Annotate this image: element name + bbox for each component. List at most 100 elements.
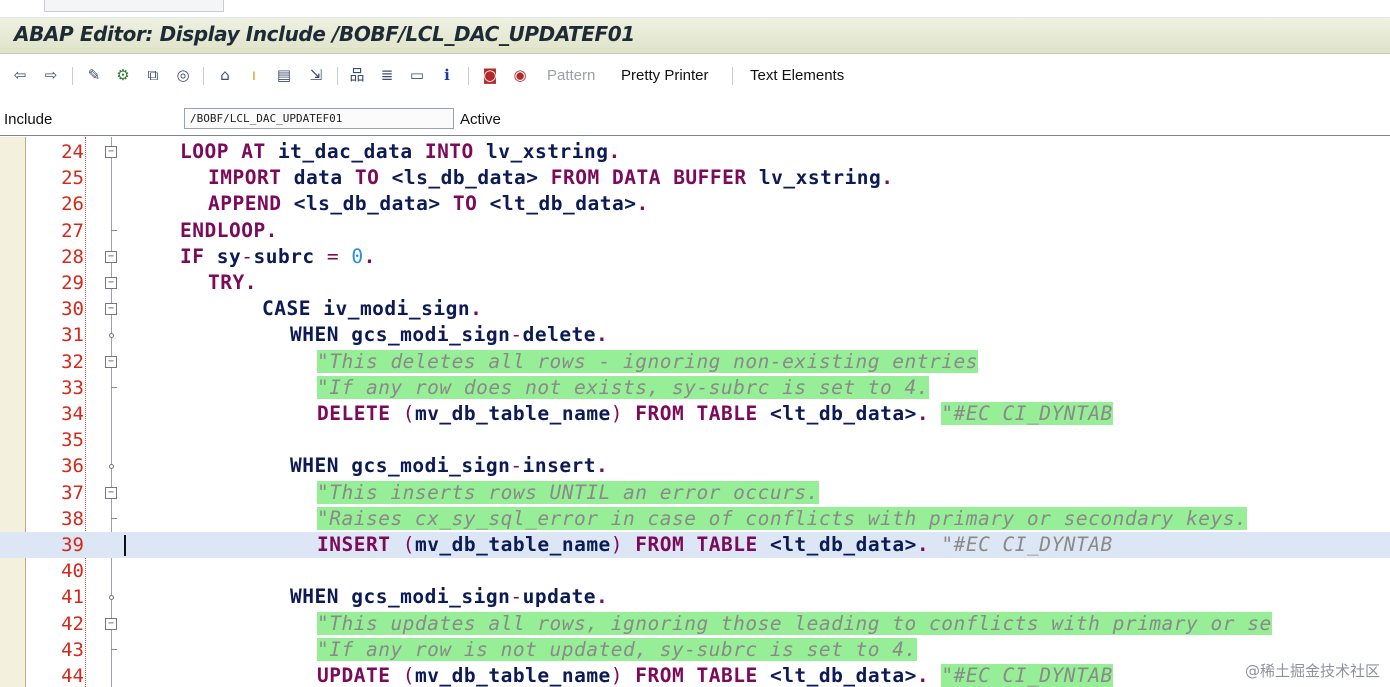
identifier: iv_modi_sign [323, 297, 471, 321]
keyword: UPDATE [317, 664, 391, 687]
object-list-icon[interactable]: ⌂ [214, 64, 236, 86]
keyword: TO [354, 166, 380, 190]
paren: ) [610, 533, 624, 556]
line-number: 38 [61, 507, 84, 530]
other-object-icon[interactable]: ✎ [83, 64, 105, 86]
fullscreen-icon[interactable]: ▭ [406, 64, 428, 86]
code-line[interactable]: 26 APPEND <ls_db_data> TO <lt_db_data>. [0, 191, 1390, 217]
code-line[interactable]: 44 UPDATE (mv_db_table_name) FROM TABLE … [0, 663, 1390, 687]
comment: "Raises cx_sy_sql_error in case of confl… [317, 506, 1248, 530]
code-line[interactable]: 41 WHEN gcs_modi_sign-update. [0, 584, 1390, 610]
line-number: 33 [61, 376, 84, 399]
identifier: mv_db_table_name [414, 664, 611, 687]
keyword: IMPORT [208, 166, 282, 190]
code-line[interactable]: 40 [0, 558, 1390, 584]
code-line[interactable]: 25 IMPORT data TO <ls_db_data> FROM DATA… [0, 165, 1390, 191]
text-elements-button[interactable]: Text Elements [750, 66, 844, 86]
include-status: Active [460, 111, 501, 128]
code-text: "This deletes all rows - ignoring non-ex… [317, 349, 978, 375]
enhance-icon[interactable]: ◙ [478, 64, 502, 86]
line-number: 34 [61, 403, 84, 425]
fold-toggle-icon[interactable]: − [105, 355, 117, 368]
paren: ) [610, 402, 624, 425]
keyword: WHEN [290, 585, 339, 609]
code-text: ENDLOOP. [180, 218, 278, 244]
code-text: IF sy-subrc = 0. [180, 244, 376, 270]
current-code-line[interactable]: 39 INSERT (mv_db_table_name) FROM TABLE … [0, 532, 1390, 559]
where-used-icon[interactable]: ◎ [172, 64, 194, 86]
keyword: TO [452, 192, 478, 216]
code-line[interactable]: 35 [0, 427, 1390, 453]
toolbar-separator [732, 67, 733, 85]
object-hierarchy-icon[interactable]: 品 [346, 64, 368, 86]
include-name-field[interactable]: /BOBF/LCL_DAC_UPDATEF01 [184, 108, 454, 129]
comment: "This inserts rows UNTIL an error occurs… [317, 480, 819, 504]
identifier: data [293, 166, 343, 190]
branch-dot-icon [109, 464, 114, 470]
identifier: subrc [253, 244, 315, 268]
code-text: WHEN gcs_modi_sign-insert. [290, 453, 608, 479]
code-text: INSERT (mv_db_table_name) FROM TABLE <lt… [317, 532, 1113, 558]
comment: "If any row is not updated, sy-subrc is … [317, 637, 917, 661]
insert-statement-icon[interactable]: ⇲ [304, 64, 328, 86]
line-number: 41 [61, 586, 84, 609]
code-line[interactable]: 36 WHEN gcs_modi_sign-insert. [0, 453, 1390, 479]
fold-toggle-icon[interactable]: − [105, 617, 117, 630]
code-line[interactable]: 33 "If any row does not exists, sy-subrc… [0, 375, 1390, 401]
code-text: CASE iv_modi_sign. [262, 296, 482, 322]
fold-toggle-icon[interactable]: − [105, 250, 117, 263]
code-line[interactable]: 27 ENDLOOP. [0, 218, 1390, 244]
fold-toggle-icon[interactable]: − [105, 486, 117, 499]
operator: - [510, 323, 523, 347]
back-arrow-icon[interactable]: ⇦ [10, 64, 30, 86]
operator: - [510, 454, 523, 478]
operator: = [326, 244, 340, 268]
navigation-window-icon[interactable]: ı [244, 64, 264, 86]
code-line[interactable]: 24 − LOOP AT it_dac_data INTO lv_xstring… [0, 139, 1390, 165]
line-number: 25 [61, 167, 84, 190]
info-icon[interactable]: ℹ [436, 64, 458, 86]
code-line[interactable]: 32 − "This deletes all rows - ignoring n… [0, 349, 1390, 375]
code-editor[interactable]: 24 − LOOP AT it_dac_data INTO lv_xstring… [0, 137, 1390, 687]
identifier: <ls_db_data> [293, 192, 441, 216]
paren: ( [402, 402, 415, 425]
fold-toggle-icon[interactable]: − [105, 277, 117, 289]
keyword: DELETE [317, 402, 391, 425]
keyword: FROM DATA BUFFER [550, 166, 747, 190]
toolbar-separator [72, 67, 73, 85]
pretty-printer-button[interactable]: Pretty Printer [621, 66, 709, 86]
window-tab[interactable] [44, 0, 224, 12]
code-line[interactable]: 31 WHEN gcs_modi_sign-delete. [0, 322, 1390, 348]
display-structure-icon[interactable]: ≣ [376, 64, 398, 86]
display-change-icon[interactable]: ⚙ [112, 64, 134, 86]
keyword: WHEN [290, 323, 339, 347]
line-number: 29 [61, 272, 84, 294]
code-text: DELETE (mv_db_table_name) FROM TABLE <lt… [317, 401, 1113, 427]
pattern-button[interactable]: Pattern [547, 66, 595, 86]
forward-arrow-icon[interactable]: ⇨ [41, 64, 61, 86]
identifier: delete [522, 323, 597, 347]
paren: ) [610, 664, 624, 687]
comment: "If any row does not exists, sy-subrc is… [317, 375, 929, 399]
period: . [636, 192, 649, 216]
line-number: 27 [61, 219, 84, 242]
branch-dot-icon [109, 595, 114, 601]
code-line[interactable]: 43 "If any row is not updated, sy-subrc … [0, 637, 1390, 663]
code-line[interactable]: 34 DELETE (mv_db_table_name) FROM TABLE … [0, 401, 1390, 427]
line-number: 26 [61, 193, 84, 216]
code-line[interactable]: 28 − IF sy-subrc = 0. [0, 244, 1390, 270]
code-line[interactable]: 42 − "This updates all rows, ignoring th… [0, 611, 1390, 637]
code-line[interactable]: 38 "Raises cx_sy_sql_error in case of co… [0, 506, 1390, 532]
debug-icon[interactable]: ◉ [508, 64, 532, 86]
code-line[interactable]: 30 − CASE iv_modi_sign. [0, 296, 1390, 322]
code-text: "If any row does not exists, sy-subrc is… [317, 375, 929, 401]
code-line[interactable]: 29 − TRY. [0, 270, 1390, 296]
fold-toggle-icon[interactable]: − [105, 303, 117, 316]
activate-icon[interactable]: ⧉ [142, 64, 164, 86]
fold-end-tick [111, 386, 117, 388]
fold-toggle-icon[interactable]: − [105, 146, 117, 158]
include-field-row: Include /BOBF/LCL_DAC_UPDATEF01 Active [0, 98, 1390, 136]
code-line[interactable]: 37 − "This inserts rows UNTIL an error o… [0, 480, 1390, 506]
set-breakpoint-icon[interactable]: ▤ [272, 64, 296, 86]
keyword: TRY. [208, 271, 257, 294]
